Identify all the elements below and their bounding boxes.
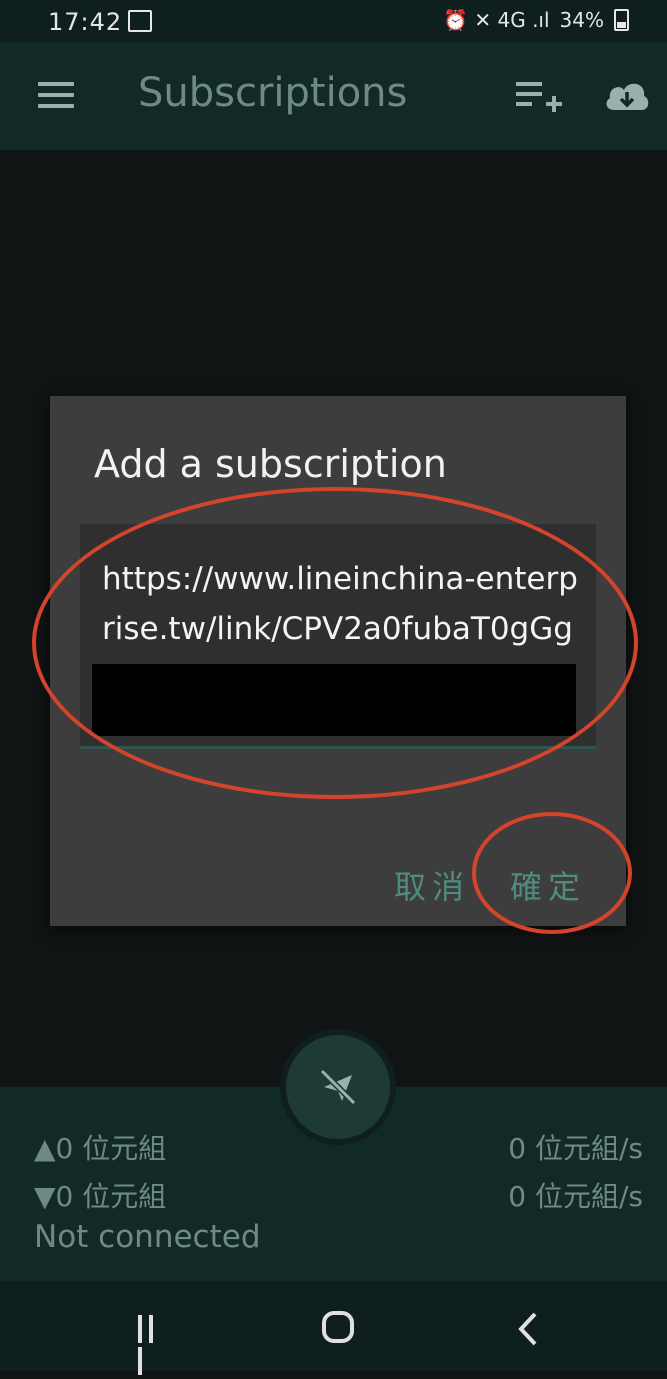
home-icon[interactable] <box>322 1311 354 1343</box>
menu-icon[interactable] <box>38 82 74 108</box>
dialog-title: Add a subscription <box>94 442 447 486</box>
page-title: Subscriptions <box>138 70 408 116</box>
status-icons: ⏰ ✕ 4G .ıl 34% <box>443 8 629 32</box>
upload-speed: 0 位元組/s <box>508 1132 643 1165</box>
battery-icon <box>614 9 629 31</box>
system-nav-bar <box>0 1281 667 1375</box>
back-icon[interactable] <box>518 1311 538 1347</box>
recent-apps-icon[interactable] <box>138 1315 168 1375</box>
status-time: 17:42 <box>48 8 123 36</box>
cloud-download-icon[interactable] <box>604 76 650 116</box>
signal-icons: ⏰ ✕ 4G .ıl <box>443 8 550 32</box>
download-speed: 0 位元組/s <box>508 1180 643 1213</box>
gallery-icon <box>128 10 152 32</box>
connection-status: Not connected <box>34 1219 261 1255</box>
connect-button[interactable] <box>286 1035 390 1139</box>
battery-percent: 34% <box>559 8 604 32</box>
annotation-circle <box>472 812 632 934</box>
add-playlist-icon[interactable] <box>516 80 562 114</box>
download-total: ▼0 位元組 <box>34 1180 167 1213</box>
cancel-button[interactable]: 取消 <box>394 862 470 908</box>
app-bar: Subscriptions <box>0 42 667 151</box>
status-bar: 17:42 ⏰ ✕ 4G .ıl 34% <box>0 0 667 42</box>
airplane-off-icon <box>319 1068 357 1106</box>
annotation-ellipse <box>32 487 638 799</box>
upload-total: ▲0 位元組 <box>34 1132 167 1165</box>
